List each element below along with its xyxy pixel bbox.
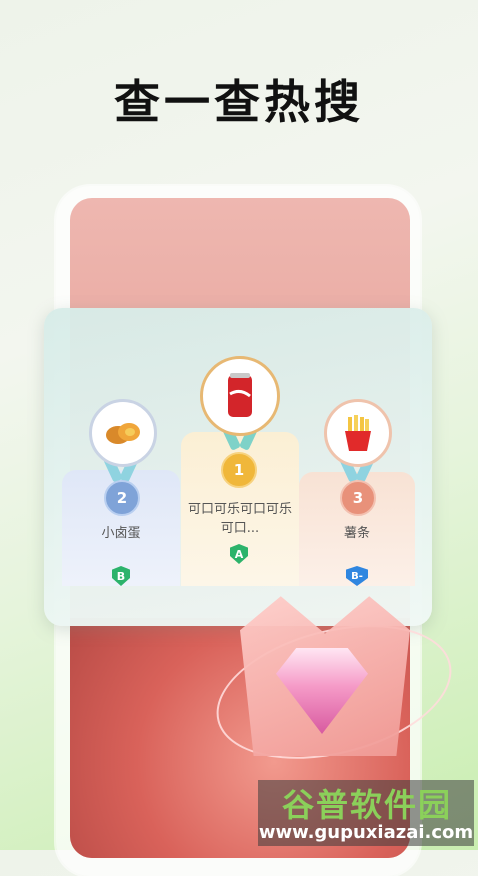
item-name[interactable]: 小卤蛋 bbox=[62, 524, 180, 543]
rank-medal-first: 1 bbox=[221, 452, 257, 488]
cola-can-icon[interactable] bbox=[200, 356, 280, 436]
watermark-title: 谷普软件园 bbox=[281, 786, 452, 824]
item-name[interactable]: 薯条 bbox=[299, 524, 415, 543]
item-name[interactable]: 可口可乐可口可乐可口... bbox=[188, 500, 292, 538]
rank-medal-second: 2 bbox=[104, 480, 140, 516]
rank-medal-third: 3 bbox=[340, 480, 376, 516]
page-title: 查一查热搜 bbox=[114, 75, 364, 129]
fries-icon[interactable] bbox=[324, 399, 392, 467]
watermark-url: www.gupuxiazai.com bbox=[258, 822, 474, 843]
egg-icon[interactable] bbox=[89, 399, 157, 467]
